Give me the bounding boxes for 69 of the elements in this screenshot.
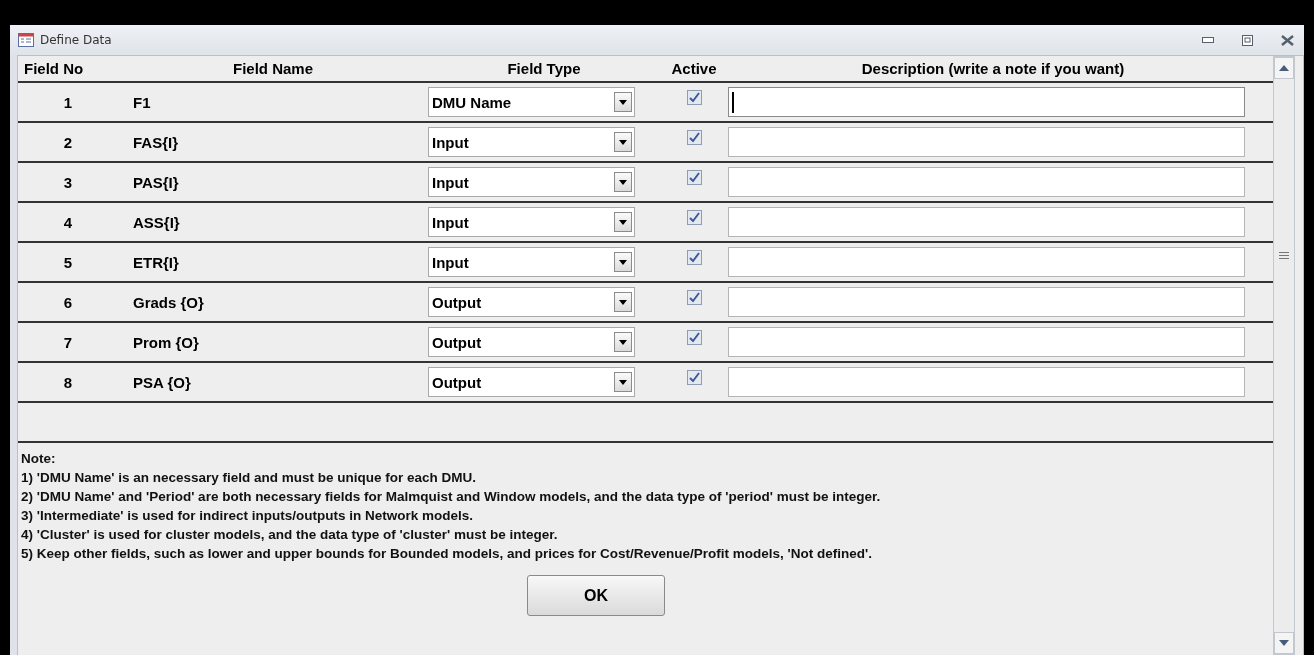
field-number: 7 — [62, 333, 74, 351]
note-text: 2) 'DMU Name' and 'Period' are both necessary fields for Malmquist and Window models, and the data type of 'period' must be integer. — [21, 488, 882, 506]
field-type-dropdown[interactable]: Output — [428, 327, 635, 357]
note-text: 4) 'Cluster' is used for cluster models, and the data type of 'cluster' must be integer. — [21, 526, 559, 544]
column-header: Field Type — [506, 60, 582, 77]
note-text: Note: — [21, 450, 57, 468]
window-title: Define Data — [40, 33, 112, 47]
field-type-dropdown[interactable]: Output — [428, 287, 635, 317]
scroll-down-icon[interactable] — [1279, 640, 1289, 646]
field-name: PAS{I} — [132, 173, 180, 191]
active-checkbox[interactable] — [686, 210, 702, 225]
note-text: 3) 'Intermediate' is used for indirect inputs/outputs in Network models. — [21, 507, 474, 525]
active-checkbox[interactable] — [686, 130, 702, 145]
dropdown-arrow-icon — [619, 179, 627, 185]
active-checkbox[interactable] — [686, 250, 702, 265]
active-checkbox[interactable] — [686, 290, 702, 305]
field-type-dropdown[interactable]: Input — [428, 127, 635, 157]
vertical-scrollbar[interactable] — [1273, 56, 1295, 655]
description-field[interactable] — [728, 327, 1245, 357]
field-type-dropdown[interactable]: Input — [428, 247, 635, 277]
field-type-dropdown[interactable]: DMU Name — [428, 87, 635, 117]
active-checkbox[interactable] — [686, 370, 702, 385]
description-field[interactable] — [728, 247, 1245, 277]
column-header: Description (write a note if you want) — [860, 60, 1126, 77]
field-type-dropdown[interactable]: Input — [428, 207, 635, 237]
note-text: 1) 'DMU Name' is an necessary field and must be unique for each DMU. — [21, 469, 478, 487]
field-number: 4 — [62, 213, 74, 231]
field-name: Prom {O} — [132, 333, 200, 351]
note-text: 5) Keep other fields, such as lower and upper bounds for Bounded models, and prices for Cost/Revenue/Profit models, 'Not defined'. — [21, 545, 874, 563]
dropdown-arrow-icon — [619, 99, 627, 105]
description-field[interactable] — [728, 367, 1245, 397]
active-checkbox[interactable] — [686, 330, 702, 345]
scroll-grip-icon — [1279, 252, 1289, 259]
description-field[interactable] — [728, 87, 1245, 117]
field-name: Grads {O} — [132, 293, 205, 311]
dropdown-arrow-icon — [619, 379, 627, 385]
field-type-dropdown[interactable]: Input — [428, 167, 635, 197]
active-checkbox[interactable] — [686, 170, 702, 185]
field-name: F1 — [132, 93, 152, 111]
column-header: Active — [670, 60, 718, 77]
field-name: ASS{I} — [132, 213, 181, 231]
dropdown-arrow-icon — [619, 139, 627, 145]
column-header: Field No — [23, 60, 85, 77]
field-number: 6 — [62, 293, 74, 311]
field-number: 5 — [62, 253, 74, 271]
minimize-icon[interactable] — [1202, 37, 1214, 43]
field-type-dropdown[interactable]: Output — [428, 367, 635, 397]
field-name: PSA {O} — [132, 373, 192, 391]
description-field[interactable] — [728, 127, 1245, 157]
field-number: 3 — [62, 173, 74, 191]
dropdown-arrow-icon — [619, 339, 627, 345]
active-checkbox[interactable] — [686, 90, 702, 105]
field-name: FAS{I} — [132, 133, 179, 151]
close-icon[interactable] — [1281, 34, 1294, 46]
description-field[interactable] — [728, 287, 1245, 317]
form-icon — [18, 33, 34, 47]
restore-icon[interactable] — [1242, 34, 1253, 46]
ok-button[interactable]: OK — [527, 575, 665, 616]
field-name: ETR{I} — [132, 253, 180, 271]
field-number: 8 — [62, 373, 74, 391]
dropdown-arrow-icon — [619, 219, 627, 225]
dropdown-arrow-icon — [619, 299, 627, 305]
column-header: Field Name — [232, 60, 314, 77]
dropdown-arrow-icon — [619, 259, 627, 265]
field-number: 2 — [62, 133, 74, 151]
scroll-up-icon[interactable] — [1279, 65, 1289, 71]
description-field[interactable] — [728, 207, 1245, 237]
description-field[interactable] — [728, 167, 1245, 197]
field-number: 1 — [62, 93, 74, 111]
